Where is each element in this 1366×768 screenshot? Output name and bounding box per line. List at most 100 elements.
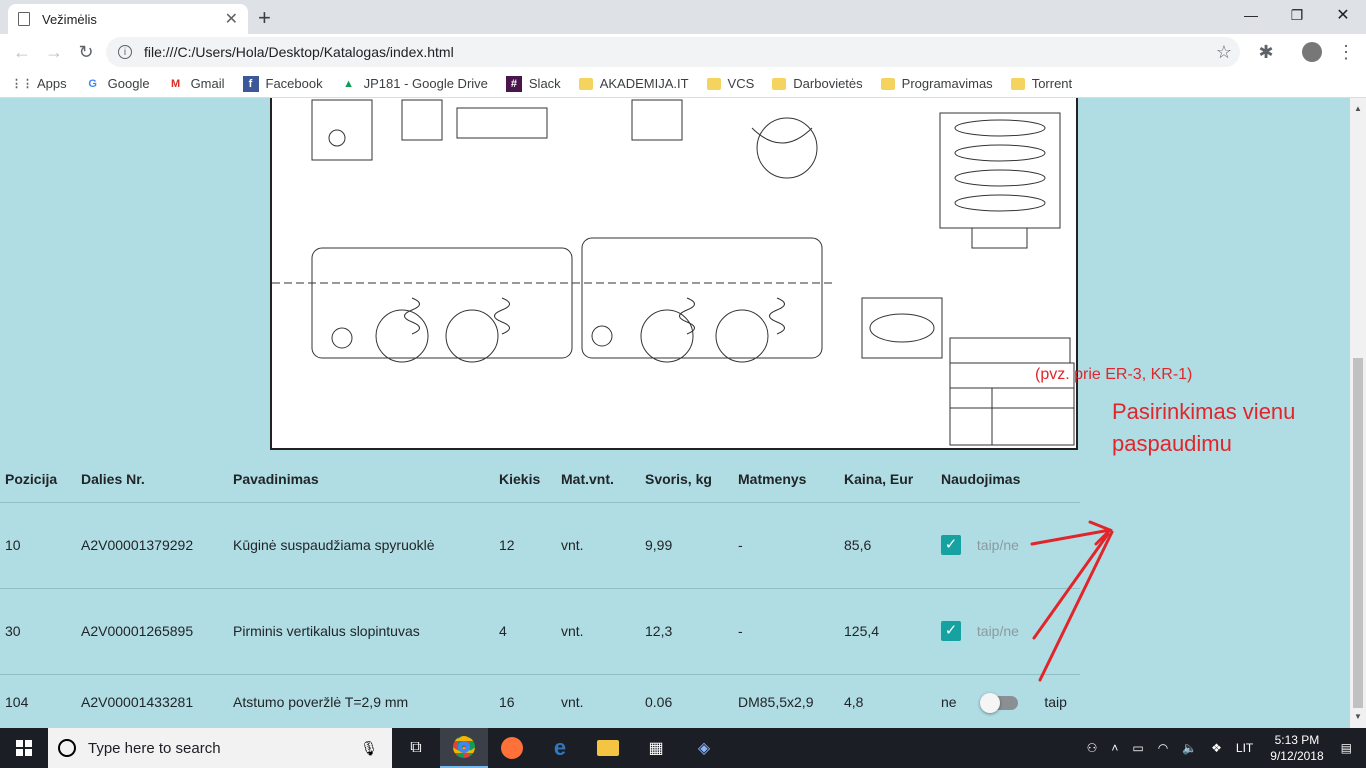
search-placeholder: Type here to search	[88, 739, 221, 757]
bookmark-google[interactable]: G Google	[85, 76, 149, 92]
bookmark-programavimas[interactable]: Programavimas	[880, 76, 993, 91]
tab-strip: Vežimėlis ✕ + — ❐ ✕	[0, 0, 1366, 34]
profile-avatar[interactable]	[1300, 40, 1324, 64]
people-icon[interactable]: ⚇	[1087, 741, 1098, 755]
dropbox-icon[interactable]: ❖	[1211, 741, 1222, 755]
slack-icon: #	[505, 75, 522, 92]
edge-icon[interactable]: e	[536, 728, 584, 768]
bookmark-label: VCS	[727, 76, 755, 91]
clock-date: 9/12/2018	[1270, 749, 1324, 763]
cell-matmenys: -	[733, 502, 839, 589]
wifi-icon[interactable]: ◠	[1158, 741, 1168, 755]
column-header: Pozicija	[0, 456, 76, 503]
annotation-note-small: (pvz. prie ER-3, KR-1)	[1035, 366, 1193, 383]
microphone-icon[interactable]: 🎙	[360, 740, 378, 757]
cell-dalies-nr: A2V00001433281	[81, 694, 194, 711]
folder-icon	[578, 77, 593, 90]
reload-button[interactable]: ↻	[74, 40, 98, 64]
menu-icon[interactable]: ⋮	[1334, 40, 1358, 64]
browser-tab[interactable]: Vežimėlis ✕	[8, 4, 248, 34]
bookmark-torrent[interactable]: Torrent	[1010, 76, 1073, 91]
bookmark-gmail[interactable]: M Gmail	[168, 76, 225, 92]
cell-dalies-nr: A2V00001379292	[76, 502, 228, 589]
clock[interactable]: 5:13 PM 9/12/2018	[1270, 732, 1323, 764]
cell-kiekis: 12	[494, 502, 556, 589]
bookmark-akademija[interactable]: AKADEMIJA.IT	[578, 76, 689, 91]
chrome-icon[interactable]	[440, 728, 488, 768]
bookmark-drive[interactable]: ▲ JP181 - Google Drive	[341, 76, 488, 92]
naudojimas-toggle[interactable]	[980, 693, 1019, 714]
cell-kiekis: 16	[499, 694, 515, 711]
file-explorer-icon[interactable]	[584, 728, 632, 768]
table-row: 30 A2V00001265895 Pirminis vertikalus sl…	[0, 588, 1080, 675]
bookmark-slack[interactable]: # Slack	[505, 75, 561, 92]
cell-kaina: 4,8	[844, 694, 864, 711]
cell-mat-vnt: vnt.	[556, 588, 640, 675]
minimize-button[interactable]: —	[1228, 0, 1274, 30]
address-bar[interactable]: i file:///C:/Users/Hola/Desktop/Kataloga…	[106, 37, 1240, 67]
firefox-icon[interactable]	[488, 728, 536, 768]
bookmark-label: Facebook	[265, 76, 323, 91]
toggle-on-label: taip	[1044, 694, 1067, 711]
restore-button[interactable]: ❐	[1274, 0, 1320, 30]
bookmark-label: Slack	[528, 76, 561, 91]
naudojimas-checkbox[interactable]: ✓	[941, 621, 961, 641]
forward-button[interactable]: →	[42, 40, 66, 64]
scroll-up-icon[interactable]: ▲	[1354, 104, 1362, 113]
battery-icon[interactable]: ▭	[1132, 741, 1143, 755]
task-view-icon[interactable]: ⧉	[392, 728, 440, 768]
scroll-down-icon[interactable]: ▼	[1354, 712, 1362, 721]
toggle-knob	[980, 693, 1001, 714]
annotation-arrows	[1030, 520, 1114, 682]
chevron-up-icon[interactable]: ˄	[1111, 741, 1118, 755]
column-header: Naudojimas	[936, 456, 1080, 503]
virtualbox-icon[interactable]: ◈	[680, 728, 728, 768]
close-window-button[interactable]: ✕	[1320, 0, 1366, 30]
cell-svoris: 0.06	[645, 694, 673, 711]
tab-title: Vežimėlis	[42, 11, 97, 27]
bookmark-star-icon[interactable]: ☆	[1216, 42, 1232, 63]
cell-pozicija: 30	[0, 588, 76, 675]
column-header: Dalies Nr.	[76, 456, 228, 503]
column-header: Kaina, Eur	[839, 456, 936, 503]
cell-pavadinimas: Atstumo poveržlė T=2,9 mm	[233, 694, 409, 711]
column-header: Kiekis	[494, 456, 556, 503]
page-scrollbar[interactable]: ▲ ▼	[1350, 98, 1366, 728]
bookmark-label: Torrent	[1031, 76, 1073, 91]
bookmark-facebook[interactable]: f Facebook	[242, 75, 323, 92]
bookmark-vcs[interactable]: VCS	[706, 76, 755, 91]
document-icon	[18, 12, 30, 26]
volume-icon[interactable]: 🔈	[1182, 741, 1197, 755]
folder-icon	[772, 77, 787, 90]
cell-pozicija: 104	[5, 694, 29, 711]
naudojimas-checkbox[interactable]: ✓	[941, 535, 961, 555]
toggle-off-label: ne	[941, 694, 957, 711]
bookmark-label: Gmail	[190, 76, 225, 91]
bookmark-darbovietes[interactable]: Darbovietės	[772, 76, 863, 91]
extension-icon[interactable]: ✱	[1254, 40, 1278, 64]
table-row: 104 A2V00001433281 Atstumo poveržlė T=2,…	[0, 674, 1080, 728]
back-button[interactable]: ←	[10, 40, 34, 64]
close-tab-icon[interactable]: ✕	[225, 9, 238, 29]
cell-kiekis: 4	[494, 588, 556, 675]
google-icon: G	[88, 77, 97, 90]
folder-icon	[880, 77, 895, 90]
arrow-line	[1038, 530, 1114, 682]
new-tab-button[interactable]: +	[258, 5, 271, 31]
start-button[interactable]	[0, 728, 48, 768]
taskbar-search[interactable]: Type here to search 🎙	[48, 728, 392, 768]
cell-matmenys: DM85,5x2,9	[738, 694, 814, 711]
windows-logo-icon	[16, 740, 32, 756]
info-icon[interactable]: i	[118, 45, 132, 59]
bookmark-label: Darbovietės	[793, 76, 863, 91]
bookmark-apps[interactable]: ⋮⋮ Apps	[11, 76, 67, 92]
language-indicator[interactable]: LIT	[1236, 741, 1253, 755]
checkbox-label: taip/ne	[976, 623, 1019, 639]
windows-taskbar: Type here to search 🎙 ⧉ e ▦ ◈ ⚇ ˄ ▭ ◠ 🔈 …	[0, 728, 1366, 768]
cortana-icon	[58, 739, 76, 757]
table-row: 10 A2V00001379292 Kūginė suspaudžiama sp…	[0, 502, 1080, 589]
technical-drawing-image	[270, 98, 1078, 450]
notifications-icon[interactable]: ▤	[1341, 741, 1352, 755]
calculator-icon[interactable]: ▦	[632, 728, 680, 768]
scrollbar-thumb[interactable]	[1353, 358, 1363, 708]
